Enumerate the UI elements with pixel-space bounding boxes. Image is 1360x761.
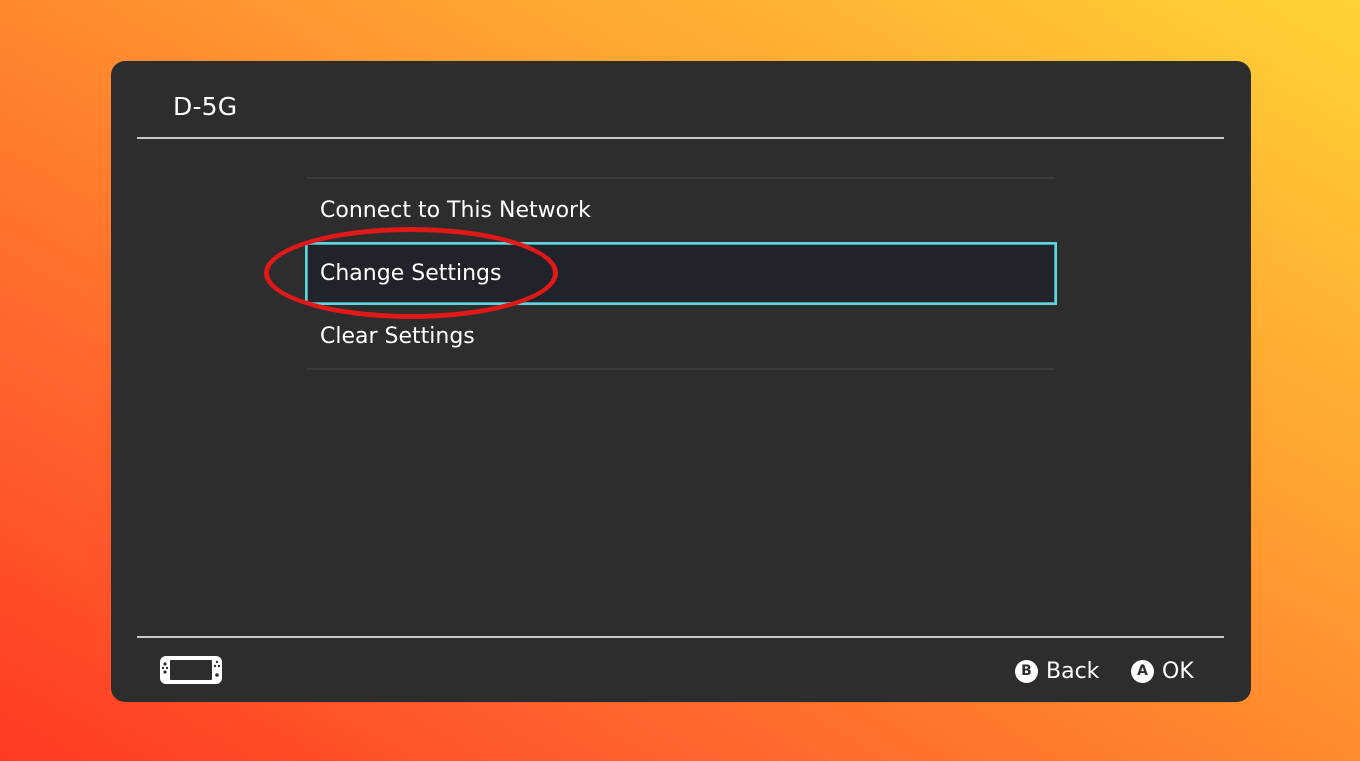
b-button-icon: B [1015,659,1038,683]
back-button[interactable]: B Back [1015,657,1099,685]
a-button-icon: A [1131,659,1154,683]
menu-item-clear-settings[interactable]: Clear Settings [305,305,1057,368]
handheld-console-icon [160,656,222,684]
page-title: D-5G [173,92,238,121]
ok-button[interactable]: A OK [1131,657,1194,685]
footer-divider [137,636,1224,638]
network-settings-screen: D-5G Connect to This Network Change Sett… [111,61,1251,702]
menu-item-connect-to-network[interactable]: Connect to This Network [305,179,1057,242]
ok-label: OK [1162,658,1194,684]
back-label: Back [1046,658,1100,684]
menu-item-change-settings[interactable]: Change Settings [305,242,1057,305]
header-divider [137,137,1224,139]
menu-divider [307,368,1055,370]
network-options-menu: Connect to This Network Change Settings … [305,177,1057,370]
